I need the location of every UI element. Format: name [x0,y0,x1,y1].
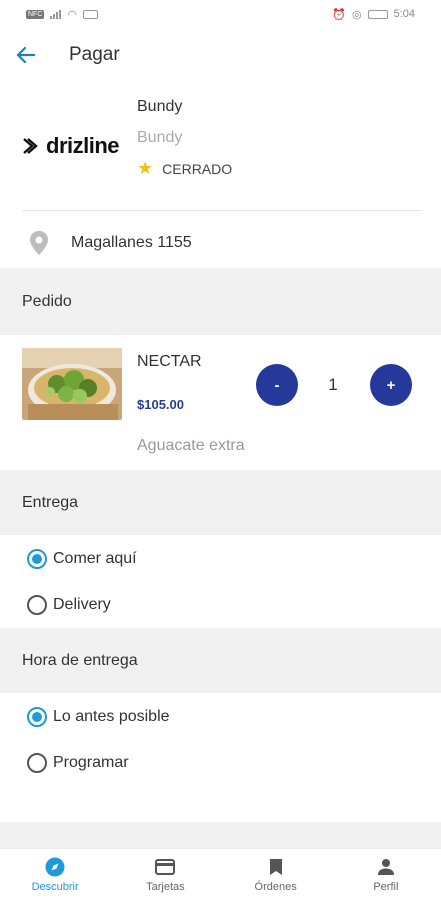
nav-orders-label: Órdenes [254,880,297,893]
nav-discover-label: Descubrir [31,880,79,893]
store-logo-text: drizline [46,133,120,158]
signal-icon [50,9,62,19]
store-status: ★ CERRADO [137,158,232,179]
section-delivery-time-label: Hora de entrega [22,651,138,669]
quantity-value: 1 [328,375,338,394]
back-button[interactable] [0,28,52,82]
section-order-label: Pedido [22,292,72,310]
nav-profile-label: Perfil [373,880,399,893]
radio-selected-icon[interactable] [27,549,47,569]
status-right: ⏰ ◎ 5:04 [332,8,415,21]
address-text: Magallanes 1155 [71,234,192,251]
nav-cards[interactable]: Tarjetas [110,849,220,900]
page-title: Pagar [69,44,120,65]
nav-orders[interactable]: Órdenes [221,849,331,900]
section-order: Pedido [0,268,441,335]
next-section-peek [0,822,441,848]
star-icon: ★ [137,158,154,178]
increase-quantity-button[interactable]: + [370,364,412,406]
decrease-quantity-button[interactable]: - [256,364,298,406]
alarm-icon: ⏰ [332,8,346,21]
item-price: $105.00 [137,397,184,412]
arrow-left-icon [17,47,35,63]
store-subtitle: Bundy [137,129,183,146]
card-icon [154,857,176,877]
delivery-option-eat-here[interactable]: Comer aquí [0,536,441,582]
location-status-icon: ◎ [351,8,362,21]
store-status-label: CERRADO [162,160,233,177]
status-bar: NFC ◠ ⏰ ◎ 5:04 [0,0,441,28]
delivery-option-label: Delivery [53,596,111,613]
time-option-label: Lo antes posible [53,708,170,725]
store-name: Bundy [137,98,183,115]
time-option-asap[interactable]: Lo antes posible [0,694,441,740]
delivery-address[interactable]: Magallanes 1155 [0,218,441,268]
store-info: drizline Bundy Bundy ★ CERRADO [0,90,441,210]
radio-unselected-icon[interactable] [27,595,47,615]
person-icon [375,857,397,877]
nav-cards-label: Tarjetas [146,880,185,893]
order-item: NECTAR $105.00 Aguacate extra - 1 + [0,335,441,470]
nfc-icon: NFC [26,9,45,19]
app-header: Pagar [0,28,441,82]
time-option-label: Programar [53,754,129,771]
compass-icon [44,857,66,877]
item-image [22,348,122,420]
item-name: NECTAR [137,353,202,370]
section-delivery-time: Hora de entrega [0,628,441,693]
section-delivery-label: Entrega [22,493,79,511]
battery-icon [367,9,388,19]
bottom-nav: Descubrir Tarjetas Órdenes Perfil [0,848,441,900]
nav-profile[interactable]: Perfil [331,849,441,900]
delivery-option-label: Comer aquí [53,550,137,567]
clock-time: 5:04 [393,8,415,20]
item-extra: Aguacate extra [137,437,245,454]
location-pin-icon [29,230,49,256]
nav-discover[interactable]: Descubrir [0,849,110,900]
drizline-logo-mark [23,138,38,154]
radio-selected-icon[interactable] [27,707,47,727]
section-delivery: Entrega [0,470,441,535]
status-left: NFC ◠ [26,8,98,21]
delivery-option-delivery[interactable]: Delivery [0,582,441,628]
radio-unselected-icon[interactable] [27,753,47,773]
divider [22,210,422,211]
bookmark-icon [265,857,287,877]
store-logo: drizline [22,130,132,162]
wifi-icon: ◠ [67,8,77,21]
time-option-schedule[interactable]: Programar [0,740,441,786]
screen-icon [83,9,98,19]
